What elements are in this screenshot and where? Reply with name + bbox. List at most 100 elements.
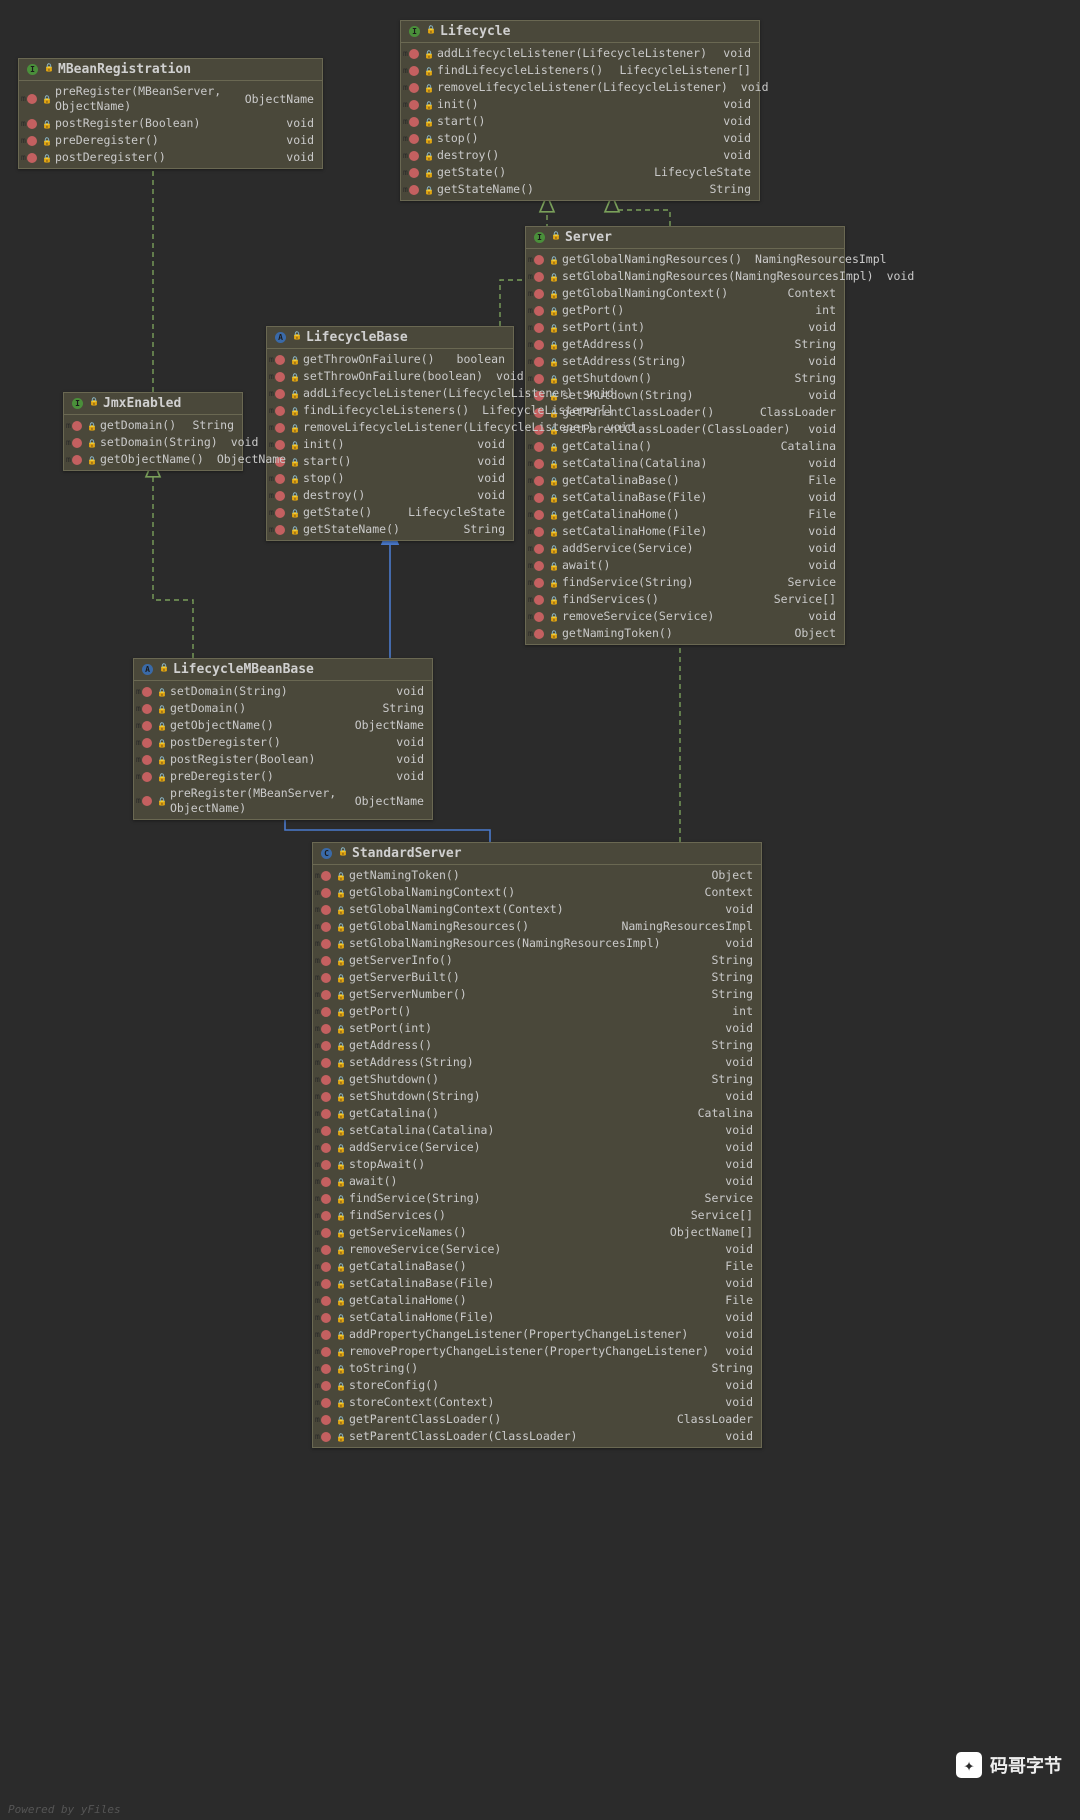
method-icon	[321, 1279, 331, 1289]
method-icon	[534, 595, 544, 605]
uml-standardserver[interactable]: StandardServer getNamingToken()Objectget…	[312, 842, 762, 1448]
method-row: getCatalinaBase()File	[313, 1258, 761, 1275]
method-icon	[321, 1415, 331, 1425]
method-row: setGlobalNamingContext(Context)void	[313, 901, 761, 918]
uml-lifecyclembeanbase[interactable]: LifecycleMBeanBase setDomain(String)void…	[133, 658, 433, 820]
lock-icon	[549, 460, 557, 468]
method-icon	[321, 1347, 331, 1357]
return-type: void	[800, 541, 836, 556]
method-signature: preDeregister()	[170, 769, 383, 784]
return-type: void	[717, 902, 753, 917]
method-icon	[321, 1330, 331, 1340]
method-signature: preRegister(MBeanServer, ObjectName)	[55, 84, 232, 114]
lock-icon	[336, 957, 344, 965]
method-icon	[534, 629, 544, 639]
method-row: toString()String	[313, 1360, 761, 1377]
lock-icon	[549, 511, 557, 519]
method-signature: setCatalinaBase(File)	[349, 1276, 712, 1291]
method-signature: addLifecycleListener(LifecycleListener)	[437, 46, 710, 61]
method-signature: removePropertyChangeListener(PropertyCha…	[349, 1344, 712, 1359]
lock-icon	[42, 137, 50, 145]
return-type: void	[278, 150, 314, 165]
method-row: getNamingToken()Object	[526, 625, 844, 642]
lock-icon	[336, 1416, 344, 1424]
lock-icon	[424, 67, 432, 75]
lock-icon	[42, 154, 50, 162]
method-signature: getCatalinaBase()	[562, 473, 795, 488]
return-type: ObjectName	[347, 718, 424, 733]
method-signature: setParentClassLoader(ClassLoader)	[562, 422, 795, 437]
lock-icon	[336, 1042, 344, 1050]
method-icon	[321, 905, 331, 915]
method-row: getServerBuilt()String	[313, 969, 761, 986]
return-type: NamingResourcesImpl	[747, 252, 887, 267]
method-icon	[72, 455, 82, 465]
lock-icon	[424, 152, 432, 160]
return-type: void	[717, 1327, 753, 1342]
method-row: preDeregister()void	[134, 768, 432, 785]
lock-icon	[290, 509, 298, 517]
method-row: setCatalinaBase(File)void	[526, 489, 844, 506]
uml-lifecyclebase[interactable]: LifecycleBase getThrowOnFailure()boolean…	[266, 326, 514, 541]
lock-icon	[290, 475, 298, 483]
lock-icon	[87, 422, 95, 430]
method-signature: getServerBuilt()	[349, 970, 698, 985]
method-icon	[534, 493, 544, 503]
title: Lifecycle	[440, 24, 510, 39]
interface-icon	[27, 64, 38, 75]
method-icon	[321, 871, 331, 881]
method-signature: setDomain(String)	[100, 435, 218, 450]
uml-server[interactable]: Server getGlobalNamingResources()NamingR…	[525, 226, 845, 645]
method-signature: getShutdown()	[349, 1072, 698, 1087]
method-icon	[321, 956, 331, 966]
return-type: ObjectName	[237, 92, 314, 107]
lock-icon	[336, 1093, 344, 1101]
uml-jmxenabled[interactable]: JmxEnabled getDomain()StringsetDomain(St…	[63, 392, 243, 471]
method-signature: getGlobalNamingResources()	[562, 252, 742, 267]
return-type: Service[]	[766, 592, 836, 607]
method-signature: getCatalina()	[562, 439, 768, 454]
method-row: getCatalinaHome()File	[526, 506, 844, 523]
method-icon	[275, 389, 285, 399]
method-row: findServices()Service[]	[526, 591, 844, 608]
lock-icon	[89, 400, 97, 408]
interface-icon	[409, 26, 420, 37]
method-icon	[321, 1398, 331, 1408]
method-row: removePropertyChangeListener(PropertyCha…	[313, 1343, 761, 1360]
return-type: void	[800, 456, 836, 471]
method-signature: postDeregister()	[170, 735, 383, 750]
lock-icon	[424, 50, 432, 58]
class-icon	[321, 848, 332, 859]
method-signature: storeConfig()	[349, 1378, 712, 1393]
lock-icon	[336, 1399, 344, 1407]
uml-lifecycle[interactable]: Lifecycle addLifecycleListener(Lifecycle…	[400, 20, 760, 201]
method-signature: addService(Service)	[349, 1140, 712, 1155]
method-signature: addPropertyChangeListener(PropertyChange…	[349, 1327, 712, 1342]
return-type: Service	[697, 1191, 753, 1206]
method-row: getServerInfo()String	[313, 952, 761, 969]
method-icon	[534, 289, 544, 299]
watermark-text: 码哥字节	[990, 1752, 1062, 1778]
method-signature: getDomain()	[170, 701, 369, 716]
return-type: void	[388, 735, 424, 750]
method-row: setAddress(String)void	[526, 353, 844, 370]
lock-icon	[336, 1178, 344, 1186]
lock-icon	[336, 974, 344, 982]
lock-icon	[290, 424, 298, 432]
method-row: addPropertyChangeListener(PropertyChange…	[313, 1326, 761, 1343]
title: LifecycleBase	[306, 330, 408, 345]
method-signature: findLifecycleListeners()	[303, 403, 469, 418]
return-type: String	[786, 371, 836, 386]
lock-icon	[336, 1212, 344, 1220]
method-signature: removeLifecycleListener(LifecycleListene…	[437, 80, 728, 95]
method-row: removeLifecycleListener(LifecycleListene…	[401, 79, 759, 96]
method-icon	[142, 772, 152, 782]
lock-icon	[424, 135, 432, 143]
uml-mbeanregistration[interactable]: MBeanRegistration preRegister(MBeanServe…	[18, 58, 323, 169]
lock-icon	[157, 756, 165, 764]
method-row: setCatalina(Catalina)void	[526, 455, 844, 472]
lock-icon	[157, 739, 165, 747]
method-row: setShutdown(String)void	[526, 387, 844, 404]
lock-icon	[336, 1382, 344, 1390]
return-type: String	[374, 701, 424, 716]
